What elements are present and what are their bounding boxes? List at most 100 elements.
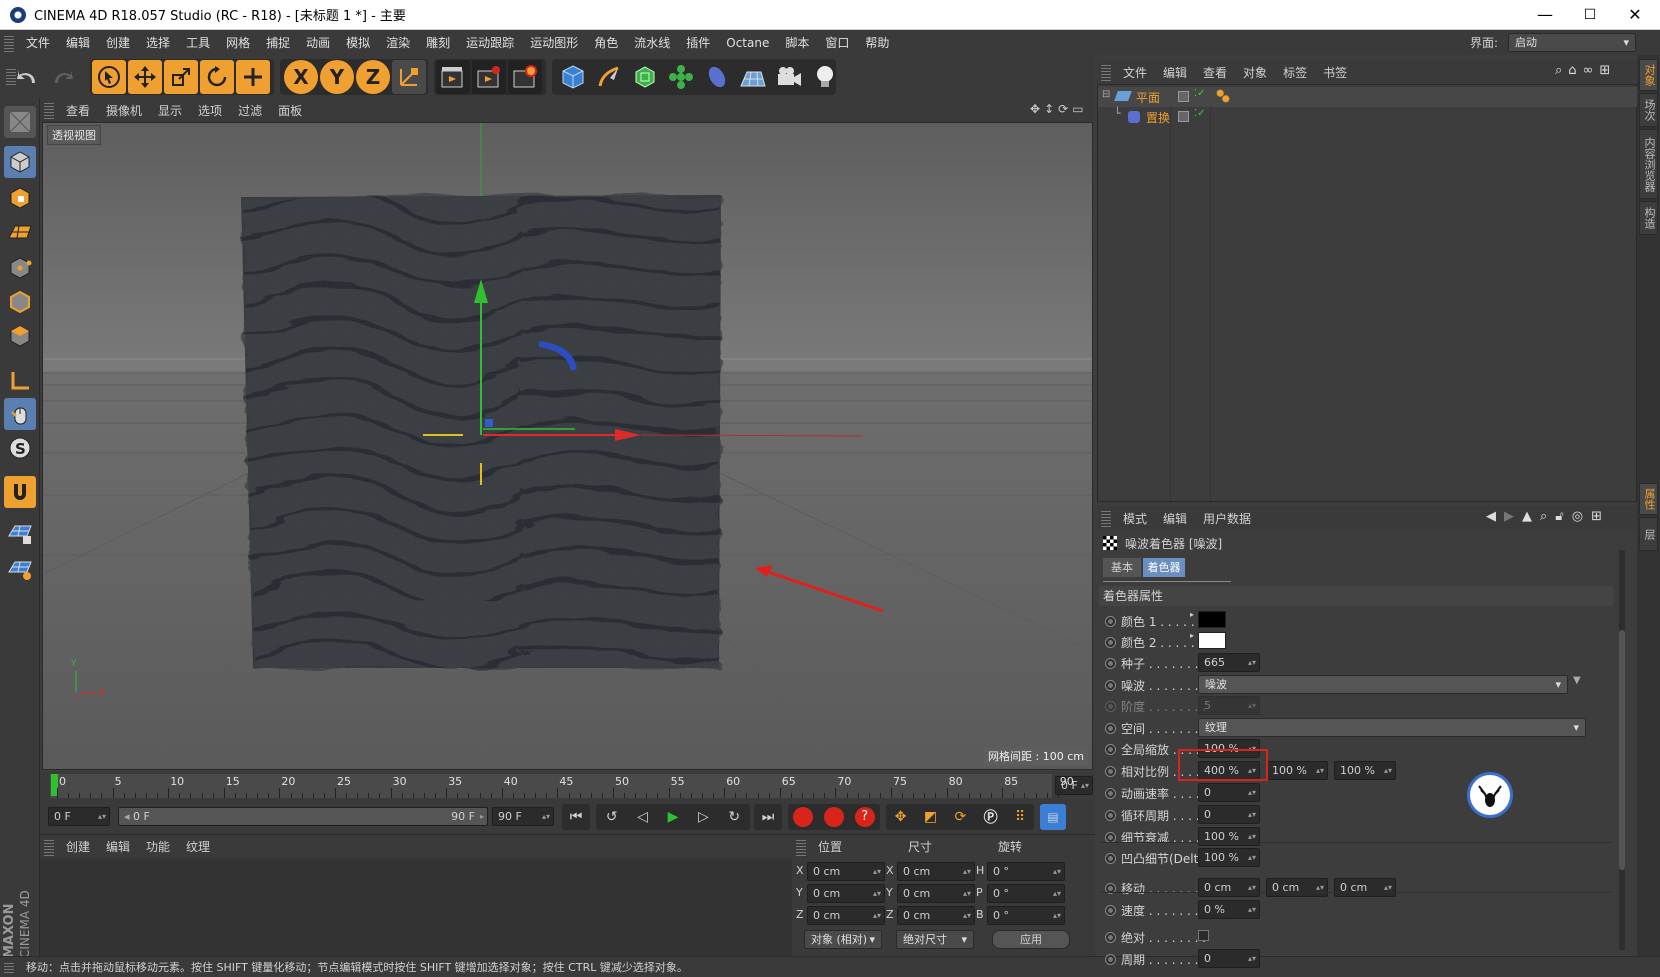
menu-item-12[interactable]: 运动图形 — [522, 34, 586, 51]
animation-radio-icon[interactable] — [1105, 787, 1116, 799]
side-tab-5[interactable]: 层 — [1639, 517, 1658, 551]
property-field[interactable]: 0 % ▴▾ — [1198, 900, 1260, 919]
move-tool-icon[interactable] — [128, 60, 162, 94]
floor-icon[interactable] — [736, 60, 770, 94]
rotate-tool-icon[interactable] — [200, 60, 234, 94]
render-settings-icon[interactable] — [508, 60, 542, 94]
property-field[interactable]: 0 ▴▾ — [1198, 805, 1260, 824]
menu-item-19[interactable]: 帮助 — [857, 34, 897, 51]
side-tab-2[interactable]: 内容浏览器 — [1639, 129, 1658, 199]
redo-icon[interactable] — [46, 60, 80, 94]
coordinate-mode-select[interactable]: 对象 (相对) — [804, 930, 882, 949]
material-menu-0[interactable]: 创建 — [58, 838, 98, 855]
animation-radio-icon[interactable] — [1105, 615, 1116, 627]
previous-key-icon[interactable]: ↺ — [606, 809, 618, 825]
auto-key-icon[interactable] — [823, 807, 844, 827]
x-axis-lock-button[interactable]: X — [284, 60, 318, 94]
menu-item-13[interactable]: 角色 — [586, 34, 626, 51]
animation-radio-icon[interactable] — [1105, 809, 1116, 821]
go-to-end-icon[interactable]: ⏭ — [754, 804, 782, 830]
next-key-icon[interactable]: ↻ — [728, 809, 740, 825]
property-field[interactable]: 0 cm ▴▾ — [1334, 878, 1396, 897]
lock-icon[interactable]: 🔓︎ — [1555, 509, 1563, 524]
timeline[interactable]: 0 F ▴▾ 0 5 10 15 20 25 30 35 40 45 50 55 60 65 70 75 80 85… — [40, 772, 1095, 800]
coord-field[interactable]: 0 cm ▴▾ — [807, 884, 885, 903]
animation-radio-icon[interactable] — [1105, 765, 1116, 777]
object-row-plane[interactable]: ⊟ 平面 ⁚✓ — [1098, 87, 1638, 107]
visibility-check-icon[interactable]: ⁚✓ — [1194, 108, 1206, 119]
record-keys-icon[interactable] — [793, 807, 814, 827]
frame-range-slider[interactable]: ◂ 0 F 90 F ▸ — [118, 807, 488, 826]
viewport-menu-3[interactable]: 选项 — [190, 102, 230, 119]
coord-field[interactable]: 0 cm ▴▾ — [897, 884, 975, 903]
animation-radio-icon[interactable] — [1105, 636, 1116, 648]
menu-item-1[interactable]: 编辑 — [58, 34, 98, 51]
coord-field[interactable]: 0 ° ▴▾ — [987, 884, 1065, 903]
minimize-button[interactable]: — — [1522, 0, 1568, 30]
menu-item-4[interactable]: 工具 — [178, 34, 218, 51]
start-frame-field[interactable]: 0 F ▴▾ — [48, 807, 110, 826]
object-menu-5[interactable]: 书签 — [1315, 64, 1355, 81]
object-row-displacer[interactable]: └ 置换 ⁚✓ — [1098, 107, 1638, 127]
previous-frame-icon[interactable]: ◁ — [637, 809, 648, 825]
coord-field[interactable]: 0 ° ▴▾ — [987, 862, 1065, 881]
render-picture-viewer-icon[interactable] — [472, 60, 506, 94]
animation-radio-icon[interactable] — [1105, 831, 1116, 843]
key-rotation-icon[interactable]: ⟳ — [954, 809, 966, 825]
texture-mode-icon[interactable] — [4, 182, 36, 214]
menu-item-2[interactable]: 创建 — [98, 34, 138, 51]
edges-mode-icon[interactable] — [4, 286, 36, 318]
layout-select[interactable]: 启动 — [1508, 33, 1636, 52]
camera-icon[interactable] — [772, 60, 806, 94]
property-field[interactable]: 0 ▴▾ — [1198, 783, 1260, 802]
material-menu-2[interactable]: 功能 — [138, 838, 178, 855]
menu-item-0[interactable]: 文件 — [18, 34, 58, 51]
subdivision-surface-icon[interactable] — [628, 60, 662, 94]
property-field[interactable]: 0 ▴▾ — [1198, 949, 1260, 968]
object-menu-0[interactable]: 文件 — [1115, 64, 1155, 81]
viewport-menu-4[interactable]: 过滤 — [230, 102, 270, 119]
menu-item-11[interactable]: 运动跟踪 — [458, 34, 522, 51]
z-axis-lock-button[interactable]: Z — [356, 60, 390, 94]
animation-radio-icon[interactable] — [1105, 743, 1116, 755]
side-tab-4[interactable]: 属性 — [1639, 483, 1658, 515]
workplane-mode-icon[interactable] — [4, 216, 36, 248]
polygons-mode-icon[interactable] — [4, 320, 36, 352]
object-name[interactable]: 置换 — [1146, 109, 1170, 126]
render-view-icon[interactable] — [436, 60, 470, 94]
close-button[interactable]: ✕ — [1612, 0, 1658, 30]
back-arrow-icon[interactable]: ◀ — [1486, 509, 1496, 524]
play-icon[interactable]: ▶ — [668, 809, 679, 825]
deformer-icon[interactable] — [700, 60, 734, 94]
snap-icon[interactable] — [4, 476, 36, 508]
search-icon[interactable]: ⌕ — [1555, 63, 1562, 78]
layer-icon[interactable] — [1178, 111, 1189, 122]
tab-shader[interactable]: 着色器 — [1143, 558, 1185, 577]
menu-item-14[interactable]: 流水线 — [626, 34, 678, 51]
pan-icon[interactable]: ✥ — [1030, 102, 1040, 116]
y-axis-lock-button[interactable]: Y — [320, 60, 354, 94]
scrollbar[interactable] — [1619, 550, 1625, 950]
property-field[interactable]: 100 % ▴▾ — [1334, 761, 1396, 780]
orbit-icon[interactable]: ⟳ — [1058, 102, 1068, 116]
make-editable-icon[interactable] — [4, 106, 36, 138]
property-dropdown[interactable]: 噪波 — [1198, 675, 1568, 694]
live-select-icon[interactable] — [92, 60, 126, 94]
material-menu-3[interactable]: 纹理 — [178, 838, 218, 855]
perspective-viewport[interactable]: 透视视图 网格间距 : 100 cm Y X — [42, 122, 1093, 770]
property-field[interactable]: 0 cm ▴▾ — [1198, 878, 1260, 897]
object-name[interactable]: 平面 — [1136, 89, 1160, 106]
apply-button[interactable]: 应用 — [992, 930, 1070, 949]
coord-field[interactable]: 0 cm ▴▾ — [897, 862, 975, 881]
side-tab-3[interactable]: 构造 — [1639, 201, 1658, 235]
undo-icon[interactable] — [10, 60, 44, 94]
animation-radio-icon[interactable] — [1105, 904, 1116, 916]
toggle-view-icon[interactable]: ▭ — [1072, 102, 1083, 116]
animation-radio-icon[interactable] — [1105, 657, 1116, 669]
menu-item-17[interactable]: 脚本 — [777, 34, 817, 51]
keyframe-selection-icon[interactable]: ? — [854, 807, 875, 827]
menu-item-3[interactable]: 选择 — [138, 34, 178, 51]
menu-item-10[interactable]: 雕刻 — [418, 34, 458, 51]
object-menu-4[interactable]: 标签 — [1275, 64, 1315, 81]
side-tab-1[interactable]: 场次 — [1639, 93, 1658, 127]
